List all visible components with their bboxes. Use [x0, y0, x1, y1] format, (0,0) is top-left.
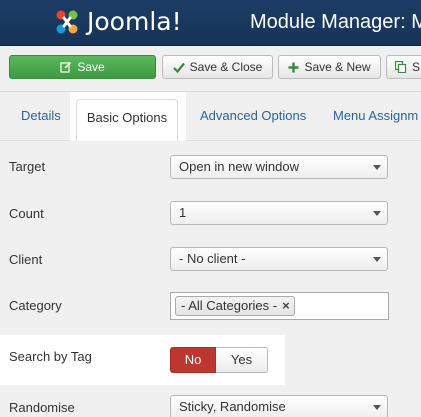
edit-icon: [60, 61, 72, 73]
joomla-logo[interactable]: Joomla!: [52, 6, 182, 38]
randomise-label: Randomise: [9, 400, 75, 415]
copy-icon: [395, 61, 407, 73]
tab-details[interactable]: Details: [21, 92, 61, 140]
save-copy-label: S: [412, 60, 421, 74]
close-icon[interactable]: ×: [282, 297, 290, 315]
target-select[interactable]: Open in new window: [170, 155, 388, 179]
save-new-button[interactable]: Save & New: [278, 55, 381, 79]
client-select[interactable]: - No client -: [170, 247, 388, 271]
tab-menu-assignment[interactable]: Menu Assignm: [333, 92, 418, 140]
category-multiselect[interactable]: - All Categories - ×: [170, 292, 389, 320]
logo-text: Joomla!: [87, 7, 182, 36]
tab-basic-options[interactable]: Basic Options: [70, 92, 186, 141]
client-label: Client: [9, 252, 43, 267]
tab-advanced-options[interactable]: Advanced Options: [200, 92, 306, 140]
joomla-logo-icon: [56, 10, 78, 34]
toggle-yes-button[interactable]: Yes: [216, 347, 268, 373]
chevron-down-icon: [373, 405, 381, 410]
save-close-label: Save & Close: [189, 60, 263, 74]
target-label: Target: [9, 159, 46, 174]
admin-header: Joomla! Module Manager: M: [0, 0, 421, 46]
basic-options-form: Target Open in new window Count 1 Client…: [0, 142, 421, 417]
count-select-value: 1: [179, 205, 187, 220]
toolbar: Save Save & Close Save & New S: [0, 46, 421, 92]
count-label: Count: [9, 206, 44, 221]
category-label: Category: [9, 298, 62, 313]
save-copy-button[interactable]: S: [386, 55, 421, 79]
chevron-down-icon: [373, 211, 381, 216]
tab-basic-options-label: Basic Options: [76, 99, 178, 141]
plus-icon: [288, 62, 299, 73]
page-title: Module Manager: M: [250, 11, 421, 33]
toggle-no-button[interactable]: No: [170, 347, 216, 373]
tabs-divider: [0, 140, 421, 141]
chevron-down-icon: [373, 165, 381, 170]
target-select-value: Open in new window: [179, 159, 299, 174]
count-select[interactable]: 1: [170, 201, 388, 225]
randomise-select-value: Sticky, Randomise: [179, 399, 286, 414]
module-tabs: Details Basic Options Advanced Options M…: [0, 92, 421, 142]
check-icon: [172, 62, 185, 73]
save-close-button[interactable]: Save & Close: [162, 55, 273, 79]
module-manager-page: Joomla! Module Manager: M Save Save & Cl…: [0, 0, 421, 417]
save-button[interactable]: Save: [9, 55, 156, 79]
save-button-label: Save: [77, 60, 105, 74]
category-chip-label: - All Categories -: [181, 298, 278, 313]
save-new-label: Save & New: [304, 60, 371, 74]
randomise-select[interactable]: Sticky, Randomise: [170, 395, 388, 417]
chevron-down-icon: [373, 257, 381, 262]
search-by-tag-label: Search by Tag: [9, 349, 92, 364]
category-chip: - All Categories - ×: [175, 296, 295, 316]
client-select-value: - No client -: [179, 251, 246, 266]
search-by-tag-toggle: No Yes: [170, 347, 268, 373]
